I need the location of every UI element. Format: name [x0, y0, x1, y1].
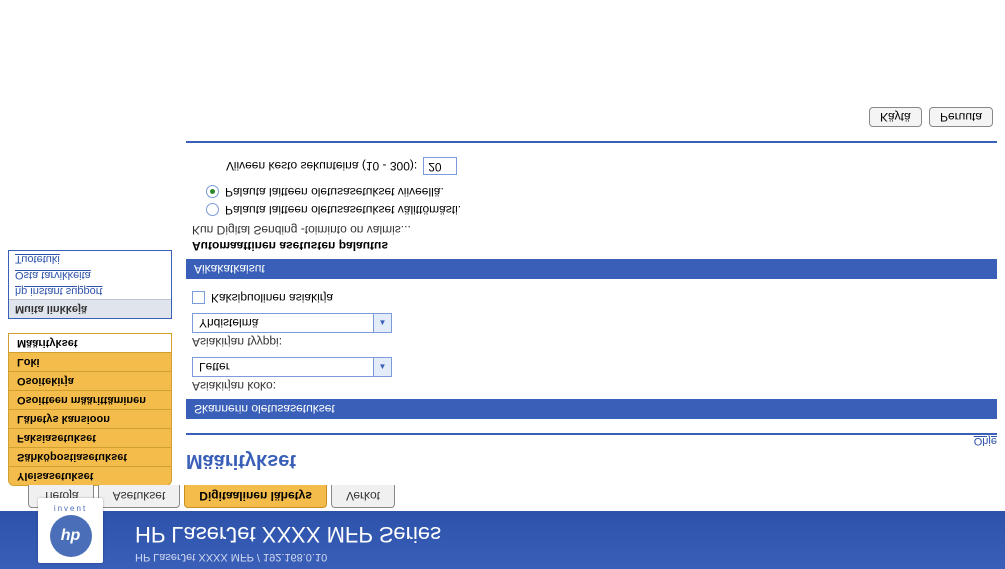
doc-size-label: Asiakirjan koko:	[192, 379, 997, 393]
sidebar-item-email[interactable]: Sähköpostiasetukset	[9, 447, 171, 466]
cancel-button[interactable]: Peruuta	[929, 107, 993, 127]
link-instant-support[interactable]: hp instant support	[9, 283, 171, 299]
section-scan-defaults: Skannerin oletusasetukset	[186, 399, 997, 419]
sidebar-item-addressing[interactable]: Osoitteen määrittäminen	[9, 390, 171, 409]
radio-delay[interactable]	[206, 186, 219, 199]
doc-type-label: Asiakirjan tyyppi:	[192, 335, 997, 349]
auto-reset-head: Automaattinen asetusten palautus	[192, 239, 997, 253]
section-timeouts: Aikakatkaisut	[186, 259, 997, 279]
duplex-row[interactable]: Kaksipuolinen asiakirja	[192, 291, 997, 305]
other-links-header: Muita linkkejä	[9, 299, 171, 318]
sidebar-item-log[interactable]: Loki	[9, 352, 171, 371]
doc-size-value: Letter	[199, 360, 230, 374]
duplex-label: Kaksipuolinen asiakirja	[211, 291, 333, 305]
radio-immediate-label: Palauta laitteen oletusasetukset välittö…	[225, 203, 461, 217]
delay-label: Viiveen kesto sekunteina (10 - 300):	[226, 159, 417, 173]
help-link[interactable]: Ohje	[186, 435, 997, 447]
button-row: Käytä Peruuta	[186, 107, 993, 127]
other-links: Muita linkkejä hp instant support Osta t…	[8, 250, 172, 319]
sidebar-item-folder[interactable]: Lähetys kansioon	[9, 409, 171, 428]
tab-network[interactable]: Verkot	[331, 485, 395, 508]
link-supplies[interactable]: Osta tarvikkeita	[9, 267, 171, 283]
breadcrumb: HP LaserJet XXXX MFP / 192.168.0.10	[135, 551, 327, 563]
duplex-checkbox[interactable]	[192, 292, 205, 305]
delay-input[interactable]: 20	[423, 157, 457, 175]
auto-reset-desc: Kun Digital Sending -toiminto on valmis.…	[192, 223, 997, 237]
header-bar: hp invent HP LaserJet XXXX MFP / 192.168…	[0, 511, 1005, 569]
link-support[interactable]: Tuotetuki	[9, 251, 171, 267]
hp-logo-sub: invent	[54, 504, 87, 513]
chevron-down-icon: ▼	[373, 358, 391, 376]
tab-settings[interactable]: Asetukset	[98, 485, 181, 508]
radio-immediate-row[interactable]: Palauta laitteen oletusasetukset välittö…	[206, 203, 997, 217]
sidebar-item-addrbook[interactable]: Osoitekirja	[9, 371, 171, 390]
sidebar-nav: Yleisasetukset Sähköpostiasetukset Faksi…	[8, 333, 172, 486]
doc-size-select[interactable]: Letter ▼	[192, 357, 392, 377]
hp-logo-icon: hp	[50, 515, 92, 557]
radio-immediate[interactable]	[206, 204, 219, 217]
chevron-down-icon: ▼	[373, 314, 391, 332]
tab-bar: Tietoja Asetukset Digitaalinen lähetys V…	[0, 486, 1005, 509]
page-title: Määritykset	[186, 449, 997, 472]
sidebar-item-general[interactable]: Yleisasetukset	[9, 466, 171, 485]
radio-delay-row[interactable]: Palauta laitteen oletusasetukset viiveel…	[206, 185, 997, 199]
doc-type-select[interactable]: Yhdistelmä ▼	[192, 313, 392, 333]
hp-logo: hp invent	[38, 498, 103, 563]
delay-row: Viiveen kesto sekunteina (10 - 300): 20	[226, 157, 997, 175]
tab-digital-send[interactable]: Digitaalinen lähetys	[184, 485, 327, 508]
product-title: HP LaserJet XXXX MFP Series	[135, 521, 441, 547]
radio-delay-label: Palauta laitteen oletusasetukset viiveel…	[225, 185, 444, 199]
sidebar-item-fax[interactable]: Faksiasetukset	[9, 428, 171, 447]
content-pane: Määritykset Ohje Skannerin oletusasetuks…	[186, 103, 997, 486]
sidebar: Yleisasetukset Sähköpostiasetukset Faksi…	[8, 103, 172, 486]
apply-button[interactable]: Käytä	[869, 107, 922, 127]
sidebar-item-prefs[interactable]: Määritykset	[9, 334, 171, 352]
doc-type-value: Yhdistelmä	[199, 316, 258, 330]
